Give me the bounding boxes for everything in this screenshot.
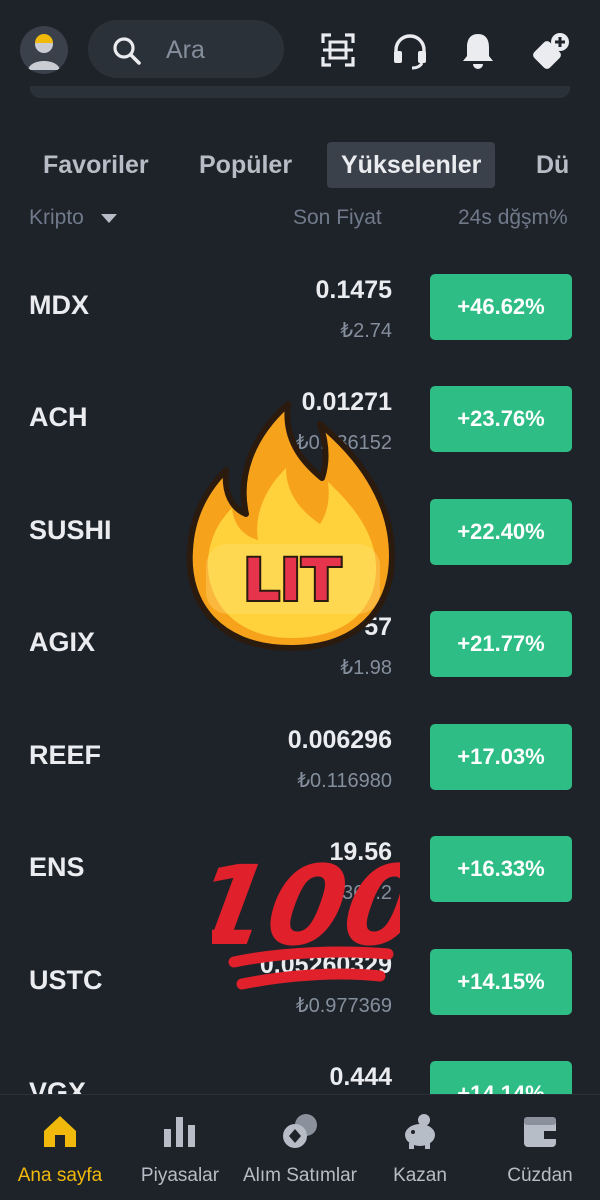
home-icon bbox=[44, 1116, 76, 1147]
headset-icon[interactable] bbox=[388, 28, 432, 72]
change-badge[interactable]: +14.15% bbox=[430, 949, 572, 1015]
coin-symbol: MDX bbox=[29, 290, 89, 320]
price-column-label[interactable]: Son Fiyat bbox=[293, 206, 382, 230]
top-bar: Ara bbox=[0, 0, 600, 100]
nav-wallet[interactable]: Cüzdan bbox=[480, 1095, 600, 1200]
tab-losers[interactable]: Dü bbox=[536, 142, 569, 188]
list-item[interactable]: MDX 0.1475 ₺2.74 +46.62% bbox=[0, 250, 600, 362]
banner-edge bbox=[30, 86, 570, 98]
nav-label: Alım Satımlar bbox=[242, 1165, 358, 1186]
bottom-navigation: Ana sayfa Piyasalar Alım Satımlar Kazan bbox=[0, 1094, 600, 1200]
change-badge[interactable]: +14.14% bbox=[430, 1061, 572, 1094]
asset-column-label: Kripto bbox=[29, 206, 84, 229]
change-badge[interactable]: +16.33% bbox=[430, 836, 572, 902]
coin-symbol: AGIX bbox=[29, 627, 96, 657]
search-placeholder: Ara bbox=[166, 36, 205, 64]
last-price: 0.444 bbox=[329, 1063, 392, 1091]
nav-label: Ana sayfa bbox=[17, 1165, 103, 1186]
coin-symbol: VGX bbox=[29, 1077, 87, 1094]
lit-text: LIT bbox=[243, 546, 342, 614]
caret-down-icon bbox=[100, 214, 117, 223]
change-column-label[interactable]: 24s dğşm% bbox=[458, 206, 568, 230]
last-price: 0.1475 bbox=[315, 276, 392, 304]
referral-icon[interactable] bbox=[530, 28, 574, 72]
coin-symbol: USTC bbox=[29, 965, 103, 995]
tab-gainers[interactable]: Yükselenler bbox=[327, 142, 496, 188]
nav-earn[interactable]: Kazan bbox=[360, 1095, 480, 1200]
hundred-points-sticker: 100 bbox=[181, 834, 433, 1014]
avatar-icon bbox=[20, 26, 68, 74]
search-input[interactable]: Ara bbox=[88, 20, 284, 78]
coin-symbol: ENS bbox=[29, 852, 85, 882]
nav-label: Kazan bbox=[393, 1165, 447, 1186]
nav-label: Cüzdan bbox=[507, 1165, 573, 1186]
wallet-icon bbox=[524, 1117, 556, 1147]
market-tabs: Favoriler Popüler Yükselenler Dü bbox=[0, 142, 600, 190]
sort-asset[interactable]: Kripto bbox=[29, 206, 118, 230]
change-badge[interactable]: +17.03% bbox=[430, 724, 572, 790]
bar-chart-icon bbox=[164, 1117, 195, 1147]
tab-favorites[interactable]: Favoriler bbox=[43, 142, 149, 188]
scan-icon[interactable] bbox=[316, 28, 360, 72]
fire-icon: LIT bbox=[186, 401, 395, 651]
change-badge[interactable]: +23.76% bbox=[430, 386, 572, 452]
tab-popular[interactable]: Popüler bbox=[199, 142, 292, 188]
search-icon bbox=[113, 37, 141, 65]
hundred-points-icon: 100 bbox=[181, 843, 433, 990]
fiat-price: ₺1.98 bbox=[340, 657, 392, 679]
list-item[interactable]: VGX 0.444 +14.14% bbox=[0, 1037, 600, 1094]
nav-home[interactable]: Ana sayfa bbox=[0, 1095, 120, 1200]
bell-icon[interactable] bbox=[456, 28, 500, 72]
coins-icon bbox=[283, 1114, 317, 1148]
fiat-price: ₺2.74 bbox=[340, 320, 392, 342]
nav-markets[interactable]: Piyasalar bbox=[120, 1095, 240, 1200]
change-badge[interactable]: +46.62% bbox=[430, 274, 572, 340]
lit-fire-sticker: LIT bbox=[180, 390, 402, 654]
piggy-bank-icon bbox=[405, 1114, 435, 1149]
avatar[interactable] bbox=[20, 26, 68, 74]
coin-symbol: ACH bbox=[29, 402, 88, 432]
nav-trades[interactable]: Alım Satımlar bbox=[240, 1095, 360, 1200]
change-badge[interactable]: +21.77% bbox=[430, 611, 572, 677]
nav-label: Piyasalar bbox=[140, 1165, 220, 1186]
change-badge[interactable]: +22.40% bbox=[430, 499, 572, 565]
last-price: 0.006296 bbox=[287, 726, 392, 754]
coin-symbol: SUSHI bbox=[29, 515, 112, 545]
coin-symbol: REEF bbox=[29, 740, 102, 770]
list-item[interactable]: REEF 0.006296 ₺0.116980 +17.03% bbox=[0, 700, 600, 812]
fiat-price: ₺0.116980 bbox=[297, 770, 392, 792]
